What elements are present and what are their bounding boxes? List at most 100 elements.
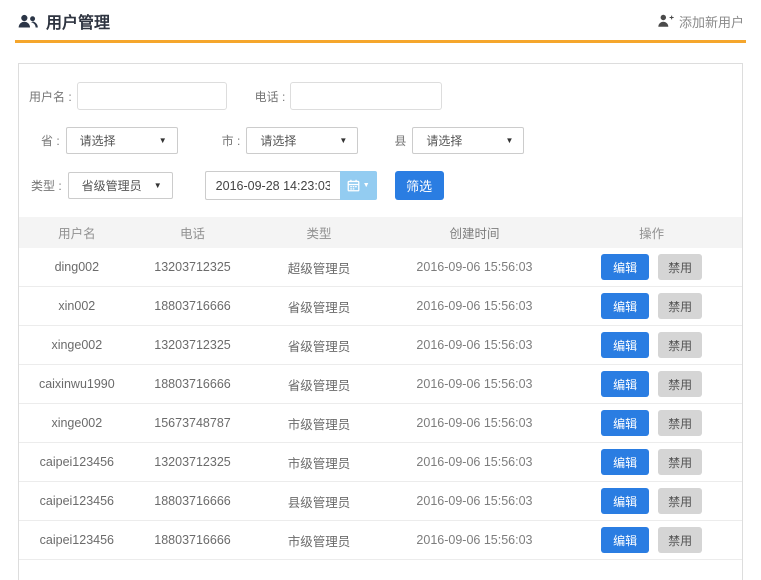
cell-actions: 编辑 禁用 (561, 410, 742, 436)
edit-button[interactable]: 编辑 (601, 527, 649, 553)
column-header-type: 类型 (250, 223, 387, 242)
cell-type: 市级管理员 (250, 453, 387, 472)
type-select[interactable]: 省级管理员 ▼ (68, 172, 173, 199)
chevron-down-icon: ▼ (505, 137, 513, 145)
county-label: 县 (394, 132, 406, 149)
city-label: 市 : (222, 132, 241, 149)
table-row: caixinwu1990 18803716666 省级管理员 2016-09-0… (19, 365, 742, 404)
column-header-username: 用户名 (19, 223, 135, 242)
cell-created: 2016-09-06 15:56:03 (388, 338, 562, 352)
cell-phone: 15673748787 (135, 416, 251, 430)
cell-created: 2016-09-06 15:56:03 (388, 299, 562, 313)
table-row: caipei123456 18803716666 县级管理员 2016-09-0… (19, 482, 742, 521)
cell-phone: 18803716666 (135, 494, 251, 508)
table-row: xinge002 15673748787 市级管理员 2016-09-06 15… (19, 404, 742, 443)
table-row: caipei123456 18803716666 市级管理员 2016-09-0… (19, 521, 742, 560)
cell-username: caipei123456 (19, 533, 135, 547)
city-select-value: 请选择 (260, 132, 296, 149)
disable-button[interactable]: 禁用 (658, 527, 702, 553)
cell-phone: 13203712325 (135, 455, 251, 469)
cell-actions: 编辑 禁用 (561, 293, 742, 319)
disable-button[interactable]: 禁用 (658, 293, 702, 319)
edit-button[interactable]: 编辑 (601, 293, 649, 319)
cell-type: 市级管理员 (250, 531, 387, 550)
cell-username: ding002 (19, 260, 135, 274)
edit-button[interactable]: 编辑 (601, 410, 649, 436)
cell-type: 超级管理员 (250, 258, 387, 277)
disable-button[interactable]: 禁用 (658, 332, 702, 358)
cell-created: 2016-09-06 15:56:03 (388, 455, 562, 469)
cell-username: caipei123456 (19, 455, 135, 469)
column-header-created: 创建时间 (388, 223, 562, 242)
filter-row-3: 类型 : 省级管理员 ▼ (31, 171, 732, 200)
table-row: caipei123456 13203712325 市级管理员 2016-09-0… (19, 443, 742, 482)
city-select[interactable]: 请选择 ▼ (246, 127, 358, 154)
cell-phone: 18803716666 (135, 533, 251, 547)
cell-created: 2016-09-06 15:56:03 (388, 533, 562, 547)
cell-type: 县级管理员 (250, 492, 387, 511)
chevron-down-icon: ▼ (339, 137, 347, 145)
disable-button[interactable]: 禁用 (658, 371, 702, 397)
cell-actions: 编辑 禁用 (561, 527, 742, 553)
cell-actions: 编辑 禁用 (561, 254, 742, 280)
cell-phone: 18803716666 (135, 299, 251, 313)
page-title: 用户管理 (46, 9, 110, 33)
table-header-row: 用户名 电话 类型 创建时间 操作 (19, 217, 742, 248)
filter-form: 用户名 : 电话 : 省 : 请选择 ▼ 市 : 请选择 ▼ 县 请选择 ▼ (19, 64, 742, 200)
add-new-user-button[interactable]: 添加新用户 (657, 12, 744, 31)
phone-label: 电话 : (255, 88, 286, 105)
add-new-user-label: 添加新用户 (679, 12, 744, 31)
username-label: 用户名 : (29, 88, 72, 105)
users-table: 用户名 电话 类型 创建时间 操作 ding002 13203712325 超级… (19, 217, 742, 560)
county-select[interactable]: 请选择 ▼ (412, 127, 524, 154)
disable-button[interactable]: 禁用 (658, 488, 702, 514)
person-plus-icon (657, 14, 674, 28)
cell-username: xin002 (19, 299, 135, 313)
cell-phone: 18803716666 (135, 377, 251, 391)
users-group-icon (17, 14, 39, 29)
content-panel: 用户名 : 电话 : 省 : 请选择 ▼ 市 : 请选择 ▼ 县 请选择 ▼ (18, 63, 743, 580)
table-row: xinge002 13203712325 省级管理员 2016-09-06 15… (19, 326, 742, 365)
cell-created: 2016-09-06 15:56:03 (388, 416, 562, 430)
province-select-value: 请选择 (80, 132, 116, 149)
cell-username: xinge002 (19, 338, 135, 352)
cell-type: 市级管理员 (250, 414, 387, 433)
cell-created: 2016-09-06 15:56:03 (388, 260, 562, 274)
cell-actions: 编辑 禁用 (561, 332, 742, 358)
cell-username: xinge002 (19, 416, 135, 430)
cell-actions: 编辑 禁用 (561, 371, 742, 397)
type-label: 类型 : (31, 177, 62, 194)
cell-actions: 编辑 禁用 (561, 488, 742, 514)
cell-type: 省级管理员 (250, 375, 387, 394)
calendar-icon (347, 179, 360, 192)
table-row: xin002 18803716666 省级管理员 2016-09-06 15:5… (19, 287, 742, 326)
chevron-down-icon: ▼ (154, 182, 162, 190)
province-select[interactable]: 请选择 ▼ (66, 127, 178, 154)
edit-button[interactable]: 编辑 (601, 332, 649, 358)
cell-created: 2016-09-06 15:56:03 (388, 494, 562, 508)
datetime-input[interactable] (205, 171, 340, 200)
edit-button[interactable]: 编辑 (601, 371, 649, 397)
cell-phone: 13203712325 (135, 338, 251, 352)
edit-button[interactable]: 编辑 (601, 254, 649, 280)
disable-button[interactable]: 禁用 (658, 410, 702, 436)
cell-phone: 13203712325 (135, 260, 251, 274)
province-label: 省 : (41, 132, 60, 149)
filter-row-2: 省 : 请选择 ▼ 市 : 请选择 ▼ 县 请选择 ▼ (41, 127, 732, 154)
username-input[interactable] (77, 82, 227, 110)
type-select-value: 省级管理员 (82, 177, 142, 194)
table-row: ding002 13203712325 超级管理员 2016-09-06 15:… (19, 248, 742, 287)
filter-button[interactable]: 筛选 (395, 171, 444, 200)
disable-button[interactable]: 禁用 (658, 254, 702, 280)
phone-input[interactable] (290, 82, 442, 110)
cell-username: caipei123456 (19, 494, 135, 508)
table-body: ding002 13203712325 超级管理员 2016-09-06 15:… (19, 248, 742, 560)
disable-button[interactable]: 禁用 (658, 449, 702, 475)
cell-username: caixinwu1990 (19, 377, 135, 391)
edit-button[interactable]: 编辑 (601, 488, 649, 514)
page-header: 用户管理 添加新用户 (15, 0, 746, 43)
cell-type: 省级管理员 (250, 336, 387, 355)
cell-created: 2016-09-06 15:56:03 (388, 377, 562, 391)
calendar-picker-button[interactable]: ▼ (340, 171, 377, 200)
edit-button[interactable]: 编辑 (601, 449, 649, 475)
